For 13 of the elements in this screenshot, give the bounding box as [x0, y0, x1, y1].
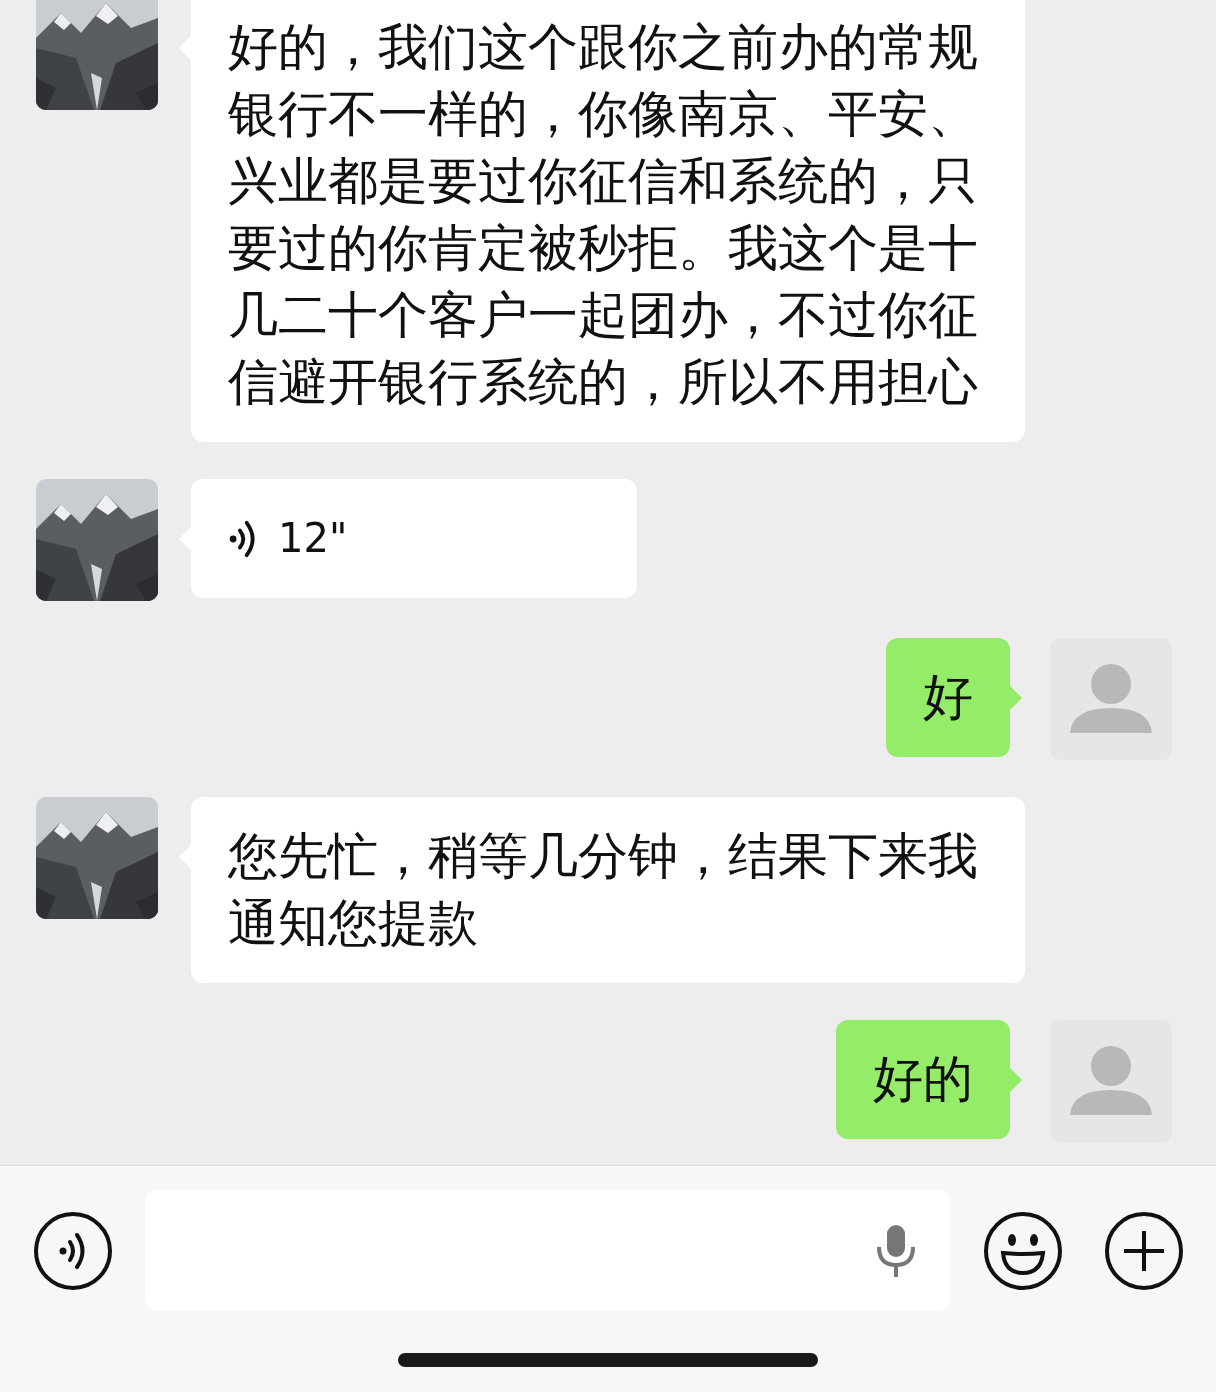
message-bubble: 您先忙，稍等几分钟，结果下来我通知您提款 — [191, 797, 1025, 983]
voice-input-button[interactable] — [33, 1210, 113, 1291]
add-button[interactable] — [1104, 1210, 1184, 1291]
message-bubble: 好的 — [836, 1020, 1010, 1139]
avatar-icon — [1050, 1020, 1172, 1142]
message-bubble: 好 — [886, 638, 1010, 757]
avatar-icon — [1050, 638, 1172, 760]
message-input-field[interactable] — [145, 1190, 950, 1311]
microphone-icon — [874, 1222, 918, 1279]
voice-message[interactable]: 12" — [191, 479, 637, 598]
message-bubble: 好的，我们这个跟你之前办的常规银行不一样的，你像南京、平安、兴业都是要过你征信和系统的，只要过的你肯定被秒拒。我这个是十几二十个客户一起团办，不过你征信避开银行系统的，所以不用担心 — [191, 0, 1025, 442]
voice-duration: 12" — [278, 514, 348, 563]
emoji-button[interactable] — [983, 1210, 1063, 1291]
